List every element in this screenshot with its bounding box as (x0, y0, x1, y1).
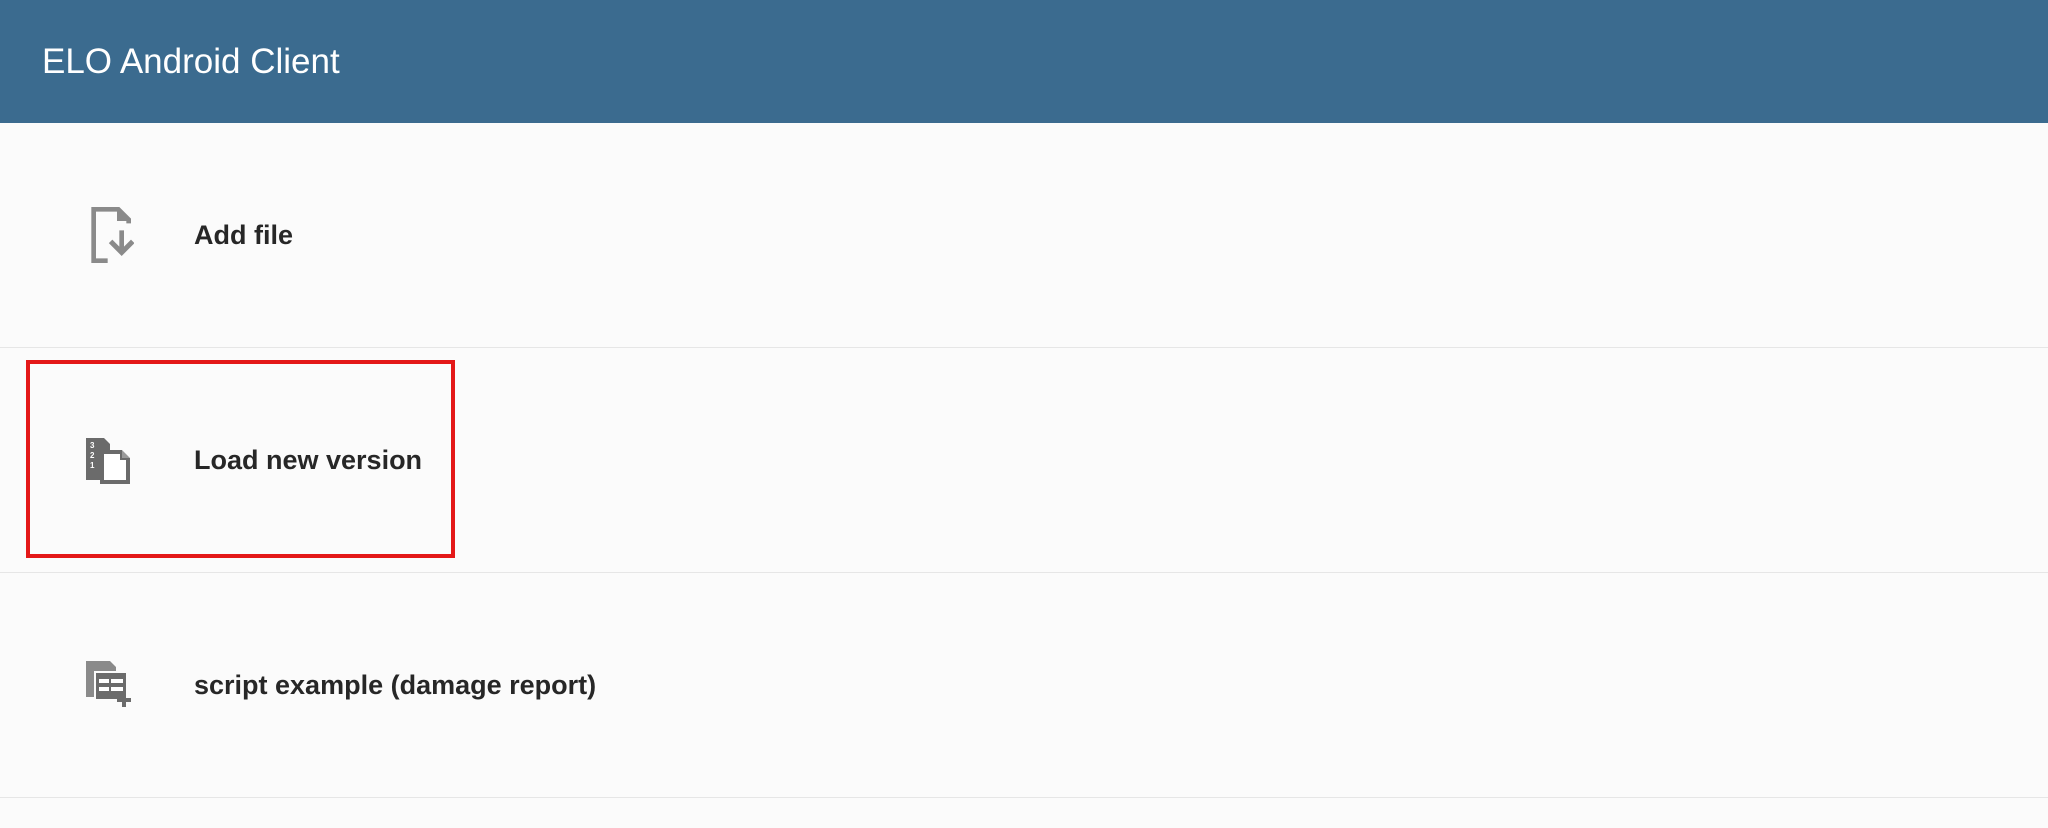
svg-text:1: 1 (90, 461, 95, 470)
new-form-icon (82, 657, 138, 713)
add-file-icon (82, 207, 138, 263)
app-title: ELO Android Client (42, 42, 340, 82)
menu-item-add-file[interactable]: Add file (0, 123, 2048, 348)
app-header: ELO Android Client (0, 0, 2048, 123)
menu-item-label: Load new version (194, 445, 422, 476)
menu-item-script-example[interactable]: script example (damage report) (0, 573, 2048, 798)
menu-item-label: Add file (194, 220, 293, 251)
load-new-version-icon: 3 2 1 (82, 432, 138, 488)
svg-text:2: 2 (90, 451, 95, 460)
svg-text:3: 3 (90, 441, 95, 450)
menu-item-label: script example (damage report) (194, 670, 596, 701)
menu-list: Add file 3 2 1 Load new version (0, 123, 2048, 798)
menu-item-load-new-version[interactable]: 3 2 1 Load new version (0, 348, 2048, 573)
